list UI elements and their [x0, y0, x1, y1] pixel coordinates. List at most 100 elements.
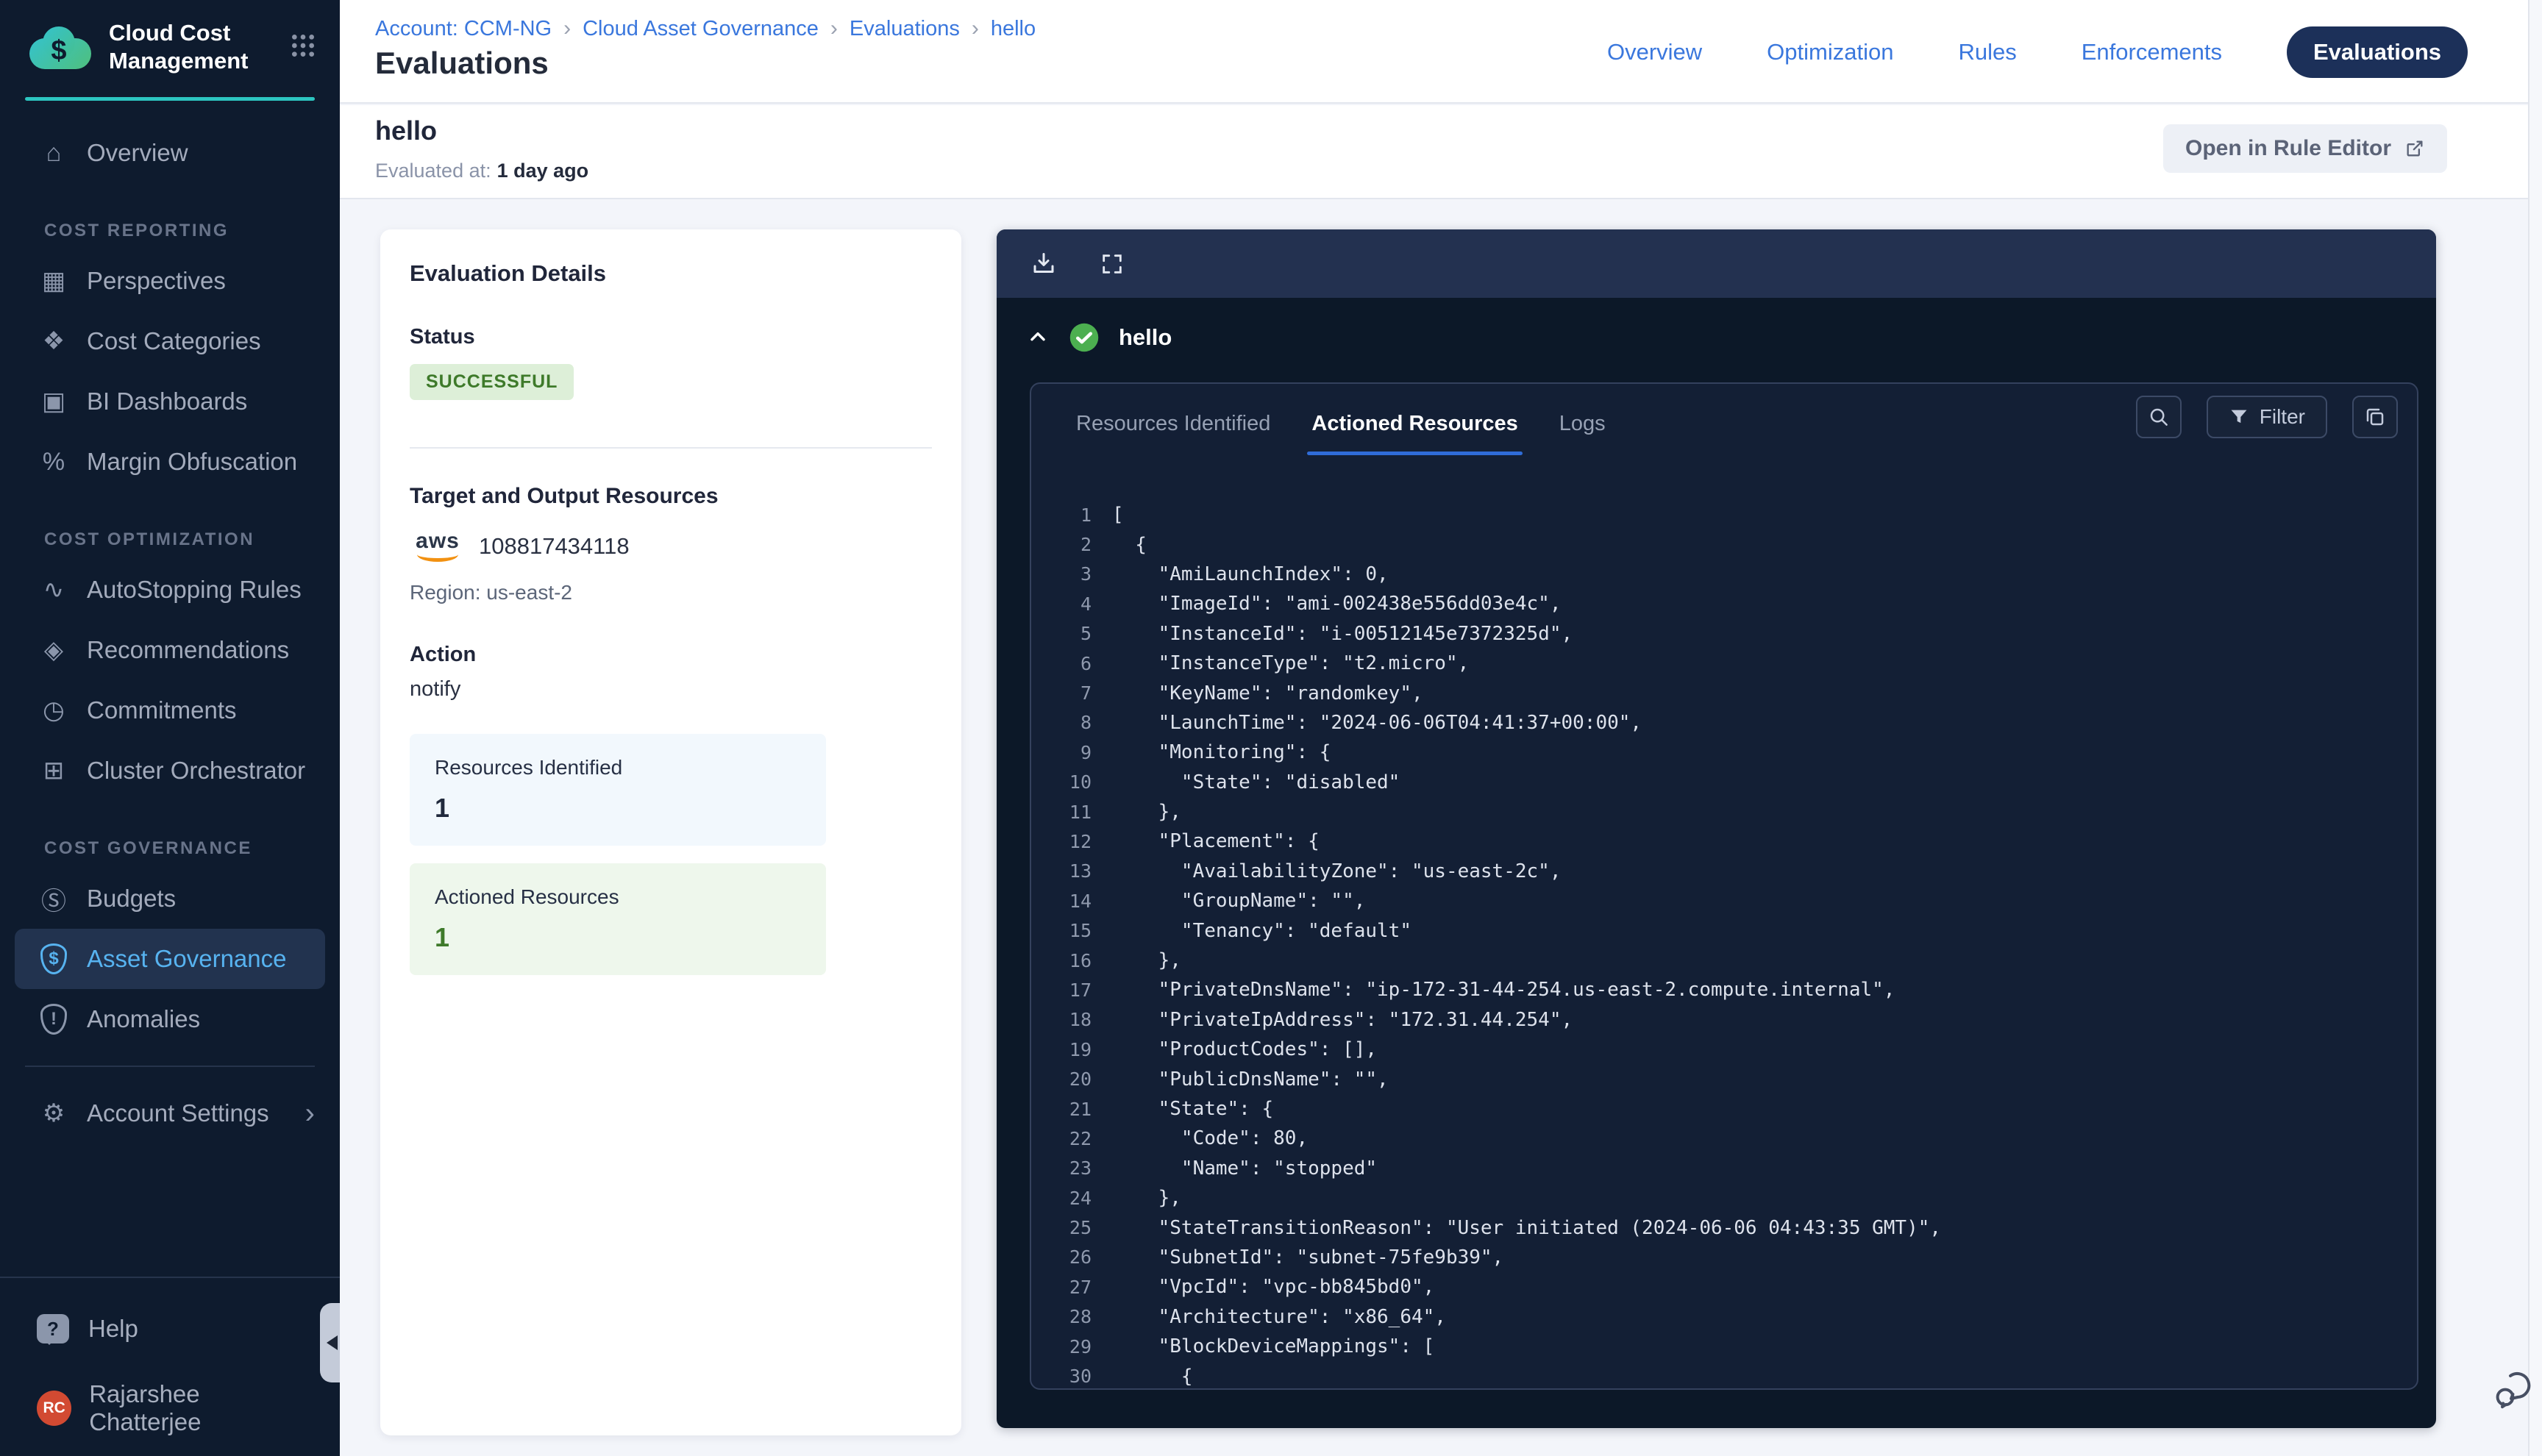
sidebar-item[interactable]: ⌂ Overview	[15, 123, 325, 183]
sidebar-item-account-settings[interactable]: ⚙ Account Settings ›	[15, 1083, 325, 1143]
sidebar-item[interactable]: ▣ BI Dashboards	[15, 371, 325, 432]
line-content: {	[1112, 1366, 1193, 1385]
tab[interactable]: Actioned Resources	[1307, 412, 1522, 455]
sidebar-bottom: ? Help RC Rajarshee Chatterjee	[0, 1277, 340, 1456]
line-number: 12	[1059, 831, 1092, 852]
feedback-button[interactable]	[2493, 1368, 2535, 1409]
sidebar-item-label: COST GOVERNANCE	[44, 838, 252, 859]
line-content: "PrivateIpAddress": "172.31.44.254",	[1112, 1009, 1573, 1031]
code-line: 21 "State": {	[1059, 1094, 2410, 1124]
sidebar-item[interactable]: ∿ AutoStopping Rules	[15, 560, 325, 620]
line-number: 9	[1059, 742, 1092, 763]
sidebar-item[interactable]: ◷ Commitments	[15, 680, 325, 741]
header-nav-link[interactable]: Evaluations	[2287, 26, 2468, 78]
app-title: Cloud Cost Management	[109, 19, 278, 75]
line-content: "State": {	[1112, 1098, 1273, 1120]
external-link-icon	[2404, 138, 2425, 159]
sidebar-nav: ⌂ Overview COST REPORTING ▦ Perspectives…	[0, 123, 340, 1049]
code-line: 7 "KeyName": "randomkey",	[1059, 678, 2410, 707]
sidebar-item[interactable]: % Margin Obfuscation	[15, 432, 325, 492]
line-number: 20	[1059, 1068, 1092, 1090]
sidebar-item[interactable]: ⊞ Cluster Orchestrator	[15, 741, 325, 801]
line-content: "InstanceType": "t2.micro",	[1112, 652, 1469, 674]
sidebar-item[interactable]: ❖ Cost Categories	[15, 311, 325, 371]
sidebar-item-label: Account Settings	[87, 1099, 269, 1127]
download-button[interactable]	[1030, 251, 1057, 277]
header-nav-link[interactable]: Rules	[1958, 39, 2016, 65]
status-badge: SUCCESSFUL	[410, 364, 574, 400]
line-content: "PublicDnsName": "",	[1112, 1068, 1389, 1091]
json-code-viewer[interactable]: 1 [ 2 { 3 "AmiLaunchIndex": 0,	[1059, 500, 2410, 1385]
search-button[interactable]	[2136, 396, 2182, 438]
stat-value: 1	[435, 793, 801, 824]
piggy-bank-icon: Ⓢ	[37, 881, 71, 917]
run-row[interactable]: hello	[1026, 322, 1172, 353]
tab-label: Logs	[1559, 412, 1606, 435]
fullscreen-button[interactable]	[1100, 251, 1125, 276]
breadcrumb-link[interactable]: hello	[991, 17, 1036, 41]
user-menu[interactable]: RC Rajarshee Chatterjee	[0, 1375, 340, 1441]
line-number: 11	[1059, 802, 1092, 823]
filter-button[interactable]: Filter	[2207, 396, 2327, 438]
download-icon	[1030, 251, 1057, 277]
code-line: 30 {	[1059, 1361, 2410, 1385]
line-number: 30	[1059, 1366, 1092, 1385]
tabs: Resources Identified Actioned Resources …	[1072, 412, 1610, 455]
code-line: 28 "Architecture": "x86_64",	[1059, 1302, 2410, 1332]
evaluation-subheader: hello Evaluated at:1 day ago Open in Rul…	[340, 105, 2528, 199]
evaluation-viewer-panel: hello Resources Identified Actioned Reso…	[997, 229, 2436, 1428]
breadcrumb-item: › Evaluations	[819, 16, 960, 41]
header-nav-link[interactable]: Enforcements	[2082, 39, 2222, 65]
help-label: Help	[88, 1315, 138, 1343]
user-name: Rajarshee Chatterjee	[89, 1380, 315, 1436]
tab[interactable]: Logs	[1555, 412, 1610, 455]
percent-icon: %	[37, 448, 71, 477]
line-number: 27	[1059, 1277, 1092, 1298]
line-content: "ImageId": "ami-002438e556dd03e4c",	[1112, 593, 1561, 615]
line-number: 24	[1059, 1188, 1092, 1209]
code-line: 29 "BlockDeviceMappings": [	[1059, 1332, 2410, 1361]
code-line: 24 },	[1059, 1183, 2410, 1213]
sidebar-item[interactable]: ◈ Recommendations	[15, 620, 325, 680]
line-content: "AmiLaunchIndex": 0,	[1112, 563, 1389, 585]
shield-dollar-icon: $	[40, 943, 67, 974]
line-number: 25	[1059, 1217, 1092, 1238]
action-label: Action	[410, 643, 932, 667]
copy-button[interactable]	[2352, 396, 2398, 438]
filter-label: Filter	[2260, 405, 2305, 429]
module-grid-icon[interactable]	[288, 31, 318, 64]
line-content: "BlockDeviceMappings": [	[1112, 1335, 1434, 1357]
line-content: "ProductCodes": [],	[1112, 1038, 1377, 1060]
aws-smile-arc	[417, 552, 458, 562]
sidebar-item[interactable]: $ Asset Governance	[15, 929, 325, 989]
tab[interactable]: Resources Identified	[1072, 412, 1275, 455]
line-number: 7	[1059, 682, 1092, 704]
chevron-right-icon: ›	[830, 16, 838, 41]
chevron-right-icon: ›	[972, 16, 979, 41]
dashboard-icon: ▣	[37, 387, 71, 416]
card-divider	[410, 447, 932, 449]
sidebar-collapse-handle[interactable]	[320, 1303, 340, 1382]
sidebar-item[interactable]: ▦ Perspectives	[15, 251, 325, 311]
line-content: [	[1112, 504, 1124, 526]
cluster-icon: ⊞	[37, 756, 71, 785]
header-nav-link[interactable]: Optimization	[1767, 39, 1893, 65]
code-line: 15 "Tenancy": "default"	[1059, 916, 2410, 945]
code-line: 26 "SubnetId": "subnet-75fe9b39",	[1059, 1243, 2410, 1272]
open-in-rule-editor-button[interactable]: Open in Rule Editor	[2163, 124, 2447, 173]
breadcrumb-link[interactable]: Evaluations	[850, 17, 960, 41]
clock-icon: ◷	[37, 696, 71, 725]
breadcrumb-link[interactable]: Cloud Asset Governance	[583, 17, 819, 41]
breadcrumb-link[interactable]: Account: CCM-NG	[375, 17, 552, 41]
stat-box: Actioned Resources 1	[410, 863, 826, 975]
stats: Resources Identified 1 Actioned Resource…	[410, 734, 932, 975]
sidebar-item: COST GOVERNANCE	[15, 829, 325, 868]
sidebar-item[interactable]: Ⓢ Budgets	[15, 868, 325, 929]
success-check-icon	[1069, 322, 1100, 353]
sidebar-item[interactable]: ! Anomalies	[15, 989, 325, 1049]
line-content: "InstanceId": "i-00512145e7372325d",	[1112, 623, 1573, 645]
chevron-right-icon: ›	[563, 16, 571, 41]
help-button[interactable]: ? Help	[0, 1296, 340, 1362]
header-nav-link[interactable]: Overview	[1607, 39, 1702, 65]
chevron-right-icon: ›	[305, 1099, 315, 1128]
